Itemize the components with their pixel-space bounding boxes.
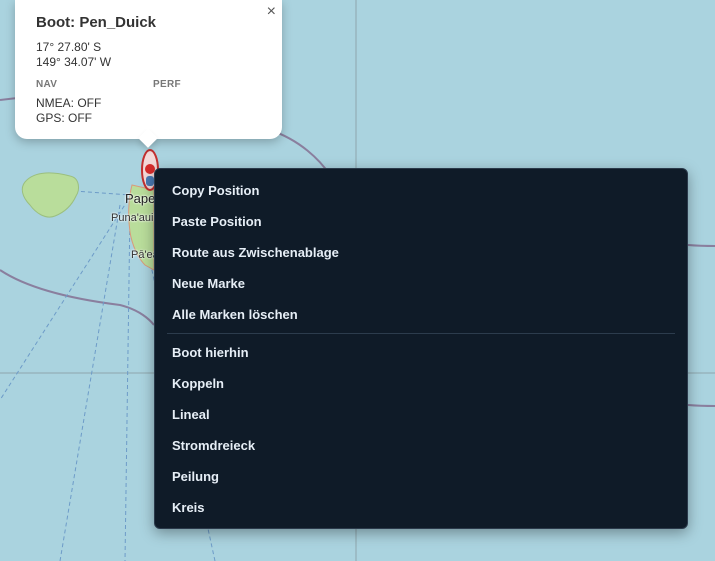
menu-item-route-from-clipboard[interactable]: Route aus Zwischenablage: [155, 237, 687, 268]
menu-item-copy-position[interactable]: Copy Position: [155, 175, 687, 206]
popup-title: Boot: Pen_Duick: [36, 14, 157, 31]
menu-item-circle[interactable]: Kreis: [155, 492, 687, 523]
popup-section-perf: PERF: [153, 79, 181, 90]
popup-longitude: 149° 34.07' W: [36, 55, 112, 69]
eez-boundary: [687, 244, 715, 247]
map-label-town: Puna'aui': [111, 212, 156, 224]
popup-section-nav: NAV: [36, 79, 58, 90]
menu-item-new-mark[interactable]: Neue Marke: [155, 268, 687, 299]
context-menu: Copy Position Paste Position Route aus Z…: [154, 168, 688, 529]
shipping-route: [124, 209, 131, 561]
menu-item-paste-position[interactable]: Paste Position: [155, 206, 687, 237]
menu-item-ruler[interactable]: Lineal: [155, 399, 687, 430]
island-moorea: [21, 172, 79, 218]
menu-item-dead-reckoning[interactable]: Koppeln: [155, 368, 687, 399]
menu-item-delete-all-marks[interactable]: Alle Marken löschen: [155, 299, 687, 330]
shipping-route: [59, 204, 121, 561]
popup-gps-status: GPS: OFF: [36, 111, 93, 125]
popup-nmea-status: NMEA: OFF: [36, 96, 102, 110]
menu-item-bearing[interactable]: Peilung: [155, 461, 687, 492]
menu-separator: [167, 333, 675, 334]
eez-boundary: [0, 269, 155, 326]
menu-item-current-triangle[interactable]: Stromdreieck: [155, 430, 687, 461]
map-label-city: Pape: [125, 191, 156, 206]
eez-boundary: [687, 404, 715, 407]
boat-info-popup: × Boot: Pen_Duick 17° 27.80' S 149° 34.0…: [15, 0, 282, 148]
popup-latitude: 17° 27.80' S: [36, 40, 102, 54]
menu-item-boat-here[interactable]: Boot hierhin: [155, 337, 687, 368]
shipping-route: [0, 199, 129, 401]
close-icon[interactable]: ×: [267, 4, 276, 20]
